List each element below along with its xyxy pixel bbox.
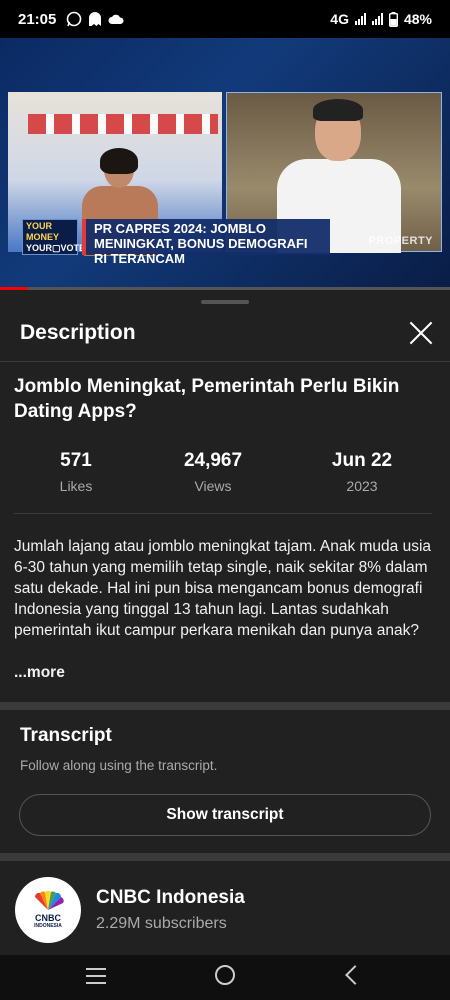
channel-avatar[interactable]: CNBC INDONESIA xyxy=(15,877,81,943)
date-stat: Jun 22 2023 xyxy=(292,450,432,494)
back-icon[interactable] xyxy=(345,965,365,985)
views-count: 24,967 xyxy=(183,450,243,471)
channel-subscribers: 2.29M subscribers xyxy=(96,915,227,932)
drag-handle[interactable] xyxy=(201,300,249,304)
signal-icon xyxy=(371,13,383,25)
navigation-bar xyxy=(0,955,450,1000)
status-right: 4G 48% xyxy=(330,11,432,27)
video-title: Jomblo Meningkat, Pemerintah Perlu Bikin… xyxy=(14,376,400,422)
show-transcript-button[interactable]: Show transcript xyxy=(19,794,431,836)
channel-name[interactable]: CNBC Indonesia xyxy=(96,887,245,909)
signal-icon xyxy=(354,13,366,25)
sheet-title: Description xyxy=(20,321,136,344)
transcript-subtitle: Follow along using the transcript. xyxy=(20,758,218,773)
peacock-logo-icon xyxy=(34,891,64,910)
network-type: 4G xyxy=(330,11,349,27)
channel-row[interactable]: CNBC INDONESIA CNBC Indonesia 2.29M subs… xyxy=(0,865,450,945)
description-text: Jumlah lajang atau jomblo meningkat taja… xyxy=(14,538,432,639)
likes-stat: 571 Likes xyxy=(6,450,146,494)
battery-level: 48% xyxy=(403,11,432,27)
recents-icon[interactable] xyxy=(86,968,106,984)
sheet-header: Description xyxy=(0,312,450,362)
ghost-icon xyxy=(89,12,102,26)
video-player[interactable]: PROPERTY YOUR MONEY YOUR▢VOTE PR CAPRES … xyxy=(0,38,450,290)
description-sheet: Description Jomblo Meningkat, Pemerintah… xyxy=(0,290,450,960)
likes-label: Likes xyxy=(59,478,93,494)
views-stat: 24,967 Views xyxy=(143,450,283,494)
views-label: Views xyxy=(194,478,232,494)
whatsapp-icon xyxy=(67,11,82,27)
home-icon[interactable] xyxy=(215,965,235,985)
avatar-text: CNBC xyxy=(35,913,61,923)
publish-year: 2023 xyxy=(346,478,378,494)
cloud-icon xyxy=(108,14,124,24)
close-icon[interactable] xyxy=(408,320,434,346)
divider xyxy=(14,513,432,514)
avatar-subtext: INDONESIA xyxy=(34,923,62,929)
show-logo: YOUR MONEY YOUR▢VOTE xyxy=(22,219,85,255)
more-link[interactable]: ...more xyxy=(14,664,65,682)
notification-icons xyxy=(66,11,124,27)
status-time: 21:05 xyxy=(18,10,57,28)
video-watermark: PROPERTY xyxy=(368,235,433,247)
battery-icon xyxy=(388,11,398,27)
lower-third-caption: PR CAPRES 2024: JOMBLO MENINGKAT, BONUS … xyxy=(82,219,330,266)
studio-flags xyxy=(28,114,218,134)
status-bar: 21:05 4G 48% xyxy=(0,0,450,38)
video-stats: 571 Likes 24,967 Views Jun 22 2023 xyxy=(0,450,450,510)
transcript-title: Transcript xyxy=(20,725,112,746)
section-divider xyxy=(0,853,450,861)
section-divider xyxy=(0,702,450,710)
likes-count: 571 xyxy=(60,450,92,471)
publish-date: Jun 22 xyxy=(331,450,393,471)
